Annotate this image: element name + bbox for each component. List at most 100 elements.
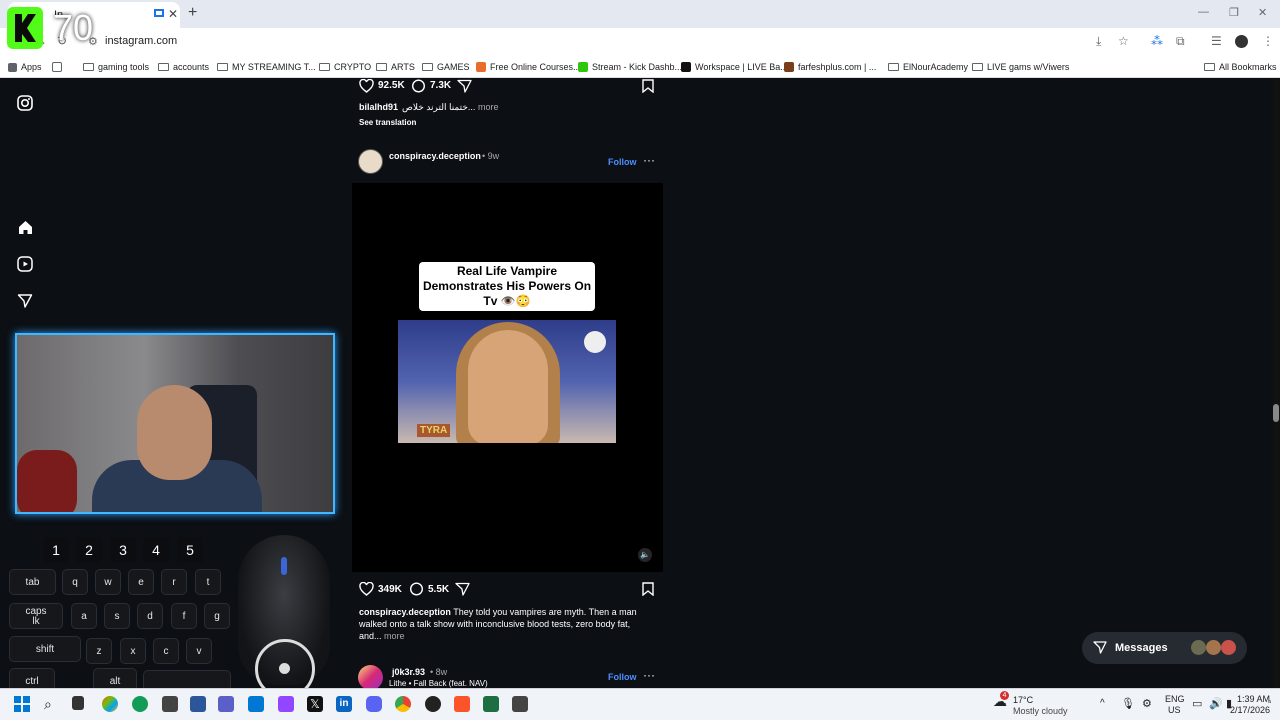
caption-username[interactable]: conspiracy.deception — [359, 607, 451, 617]
mute-icon[interactable]: 🔈 — [638, 548, 652, 562]
new-tab-button[interactable]: + — [188, 4, 197, 22]
bookmark-live-games[interactable]: LIVE gams w/Viwers — [972, 62, 1069, 72]
mouse-overlay — [238, 535, 330, 699]
bookmark-farfesh[interactable]: farfeshplus.com | ... — [784, 62, 876, 72]
channel-logo-icon — [584, 331, 606, 353]
see-translation-link[interactable]: See translation — [359, 118, 416, 127]
next-post-username[interactable]: j0k3r.93 — [392, 667, 425, 677]
x-icon[interactable]: 𝕏 — [307, 696, 323, 712]
clock-time[interactable]: 1:39 AM — [1237, 694, 1270, 704]
obs-icon[interactable] — [425, 696, 441, 712]
media-playing-icon[interactable] — [154, 9, 164, 17]
outlook-icon[interactable] — [248, 696, 264, 712]
volume-icon[interactable]: 🔊 — [1209, 697, 1223, 710]
twitch-icon[interactable] — [278, 696, 294, 712]
region-code: US — [1168, 705, 1181, 715]
weather-temp: 17°C — [1013, 695, 1034, 705]
next-post-audio[interactable]: Lithe • Fall Back (feat. NAV) — [389, 679, 488, 688]
search-icon[interactable]: ⌕ — [44, 696, 60, 712]
home-icon[interactable] — [15, 219, 35, 239]
minimize-icon[interactable]: — — [1198, 6, 1209, 18]
chrome-icon[interactable] — [395, 696, 411, 712]
task-view-icon[interactable] — [72, 696, 84, 710]
tab-groups-icon[interactable] — [52, 62, 66, 72]
post-age: • 9w — [482, 151, 500, 161]
url-text: instagram.com — [105, 35, 178, 47]
page-scrollbar[interactable] — [1273, 78, 1280, 688]
prev-caption: ختمنا الترند خلاص... — [402, 102, 476, 112]
bookmark-gaming-tools[interactable]: gaming tools — [83, 62, 149, 72]
share-icon[interactable] — [457, 79, 472, 98]
folder-icon — [83, 63, 94, 71]
extensions-puzzle-icon[interactable]: ⧉ — [1176, 34, 1185, 49]
post-username[interactable]: conspiracy.deception — [389, 151, 481, 161]
like-icon[interactable] — [359, 78, 374, 98]
folder-icon — [158, 63, 169, 71]
scrollbar-thumb[interactable] — [1273, 404, 1279, 422]
clock-date[interactable]: 2/17/2026 — [1230, 705, 1270, 715]
share-icon[interactable] — [455, 582, 470, 601]
install-app-icon[interactable]: ⤓ — [1096, 34, 1101, 49]
caption-more-link[interactable]: more — [384, 631, 405, 641]
language-code[interactable]: ENG — [1165, 694, 1185, 704]
all-bookmarks[interactable]: All Bookmarks — [1204, 62, 1277, 72]
prev-username[interactable]: bilalhd91 — [359, 102, 398, 112]
app-icon[interactable] — [102, 696, 118, 712]
edge-icon[interactable] — [132, 696, 148, 712]
webcam-overlay — [15, 333, 335, 514]
comment-icon[interactable] — [411, 79, 426, 98]
bookmark-accounts[interactable]: accounts — [158, 62, 209, 72]
restore-icon[interactable]: ❐ — [1229, 6, 1239, 19]
tray-chevron-icon[interactable]: ^ — [1100, 698, 1105, 709]
display-icon[interactable]: ▭ — [1192, 697, 1202, 710]
overlay-key-g: g — [204, 603, 230, 629]
bookmark-games[interactable]: GAMES — [422, 62, 470, 72]
linkedin-icon[interactable]: in — [336, 696, 352, 712]
brave-icon[interactable] — [454, 696, 470, 712]
media-control-icon[interactable]: ☰ — [1211, 34, 1222, 48]
next-more-options-icon[interactable]: ··· — [643, 668, 655, 682]
message-avatar — [1206, 640, 1221, 655]
windows-start-icon[interactable] — [14, 696, 30, 712]
address-bar[interactable]: ⚙ instagram.com — [80, 32, 1140, 52]
prev-more-link[interactable]: more — [478, 102, 499, 112]
notification-icon[interactable]: ▫ — [1268, 697, 1272, 708]
direct-send-icon[interactable] — [15, 293, 35, 313]
bookmark-elnour[interactable]: ElNourAcademy — [888, 62, 968, 72]
next-follow-button[interactable]: Follow — [608, 672, 637, 682]
bookmark-free-courses[interactable]: Free Online Courses... — [476, 62, 581, 72]
bookmark-crypto[interactable]: CRYPTO — [319, 62, 371, 72]
like-count: 349K — [378, 584, 402, 595]
bookmark-workspace[interactable]: Workspace | LIVE Ba... — [681, 62, 788, 72]
like-icon[interactable] — [359, 581, 374, 601]
instagram-logo-icon[interactable] — [15, 95, 35, 115]
close-tab-icon[interactable]: ✕ — [168, 7, 178, 21]
app-icon[interactable] — [190, 696, 206, 712]
follow-button[interactable]: Follow — [608, 157, 637, 167]
messages-button[interactable]: Messages — [1082, 632, 1247, 664]
comment-icon[interactable] — [409, 582, 424, 601]
menu-kebab-icon[interactable]: ⋮ — [1262, 34, 1274, 48]
bookmark-apps[interactable]: Apps — [8, 62, 42, 72]
settings-icon[interactable]: ⚙ — [1142, 697, 1152, 710]
next-post-avatar[interactable] — [358, 665, 383, 690]
extension-icon[interactable]: ⁂ — [1151, 34, 1163, 48]
excel-icon[interactable] — [483, 696, 499, 712]
discord-icon[interactable] — [366, 696, 382, 712]
save-icon[interactable] — [642, 582, 654, 601]
bookmark-streaming[interactable]: MY STREAMING T... — [217, 62, 316, 72]
save-icon[interactable] — [642, 79, 654, 98]
app-icon[interactable] — [512, 696, 528, 712]
bookmark-star-icon[interactable]: ☆ — [1118, 34, 1129, 48]
more-options-icon[interactable]: ··· — [643, 153, 655, 167]
post-avatar[interactable] — [358, 149, 383, 174]
bookmark-kick[interactable]: Stream - Kick Dashb... — [578, 62, 682, 72]
close-window-icon[interactable]: ✕ — [1258, 6, 1267, 19]
app-icon[interactable] — [162, 696, 178, 712]
bookmark-arts[interactable]: ARTS — [376, 62, 415, 72]
profile-avatar[interactable] — [1235, 35, 1248, 48]
teams-icon[interactable] — [218, 696, 234, 712]
microphone-icon[interactable]: 🎙 — [1121, 697, 1135, 710]
reels-icon[interactable] — [15, 256, 35, 276]
overlay-key-1: 1 — [43, 537, 69, 563]
